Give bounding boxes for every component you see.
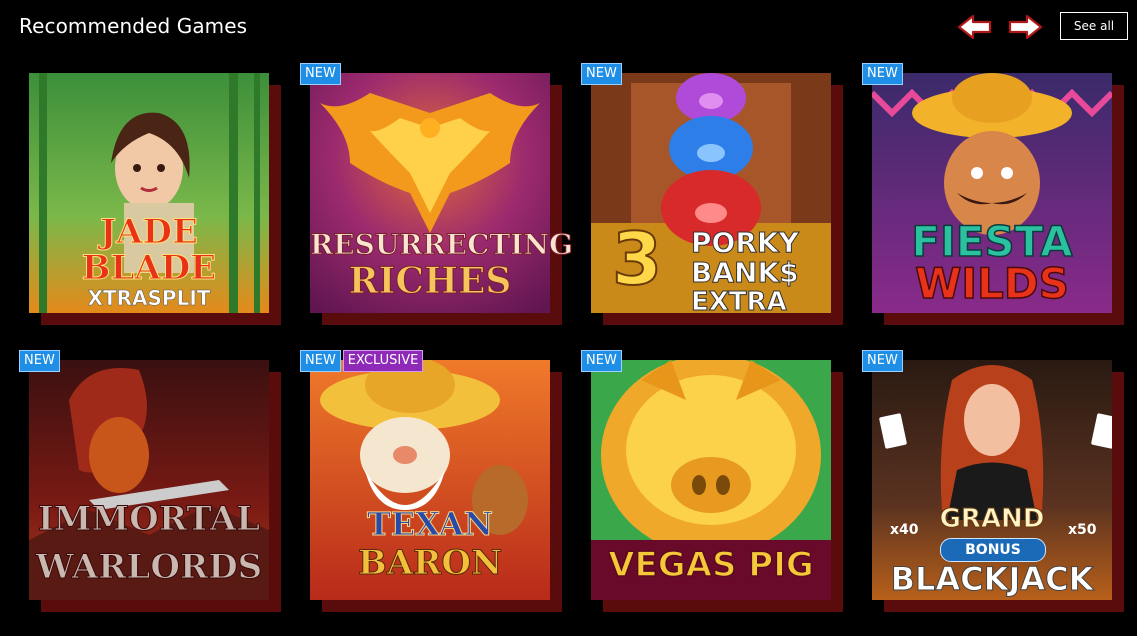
next-button[interactable]: [1006, 13, 1044, 41]
badge-group: NEW: [300, 63, 341, 85]
game-title: IMMORTAL: [37, 499, 261, 539]
game-tile-porky-banks[interactable]: NEW 3 PORKY BANK$ EXTRA: [581, 63, 843, 325]
game-title: RESURRECTING: [310, 228, 574, 261]
section-header: Recommended Games See all: [0, 0, 1137, 56]
prev-button[interactable]: [956, 13, 994, 41]
new-badge: NEW: [19, 350, 60, 372]
new-badge: NEW: [862, 350, 903, 372]
bonus-pill: BONUS: [940, 538, 1046, 562]
game-title: JADE: [100, 212, 199, 252]
new-badge: NEW: [300, 350, 341, 372]
badge-group: NEW EXCLUSIVE: [300, 350, 424, 372]
game-title: FIESTA: [911, 217, 1074, 266]
game-title: PORKY: [691, 226, 800, 259]
new-badge: NEW: [581, 350, 622, 372]
badge-group: NEW: [862, 63, 903, 85]
game-title: TEXAN: [367, 505, 494, 543]
badge-group: NEW: [862, 350, 903, 372]
game-tile-resurrecting-riches[interactable]: NEW RESURRECTING RICHES: [300, 63, 574, 325]
game-tile-texan-baron[interactable]: NEW EXCLUSIVE TEXAN BARON: [300, 350, 562, 612]
game-number: 3: [611, 217, 663, 301]
new-badge: NEW: [581, 63, 622, 85]
game-title-line-2: BARON: [357, 543, 503, 583]
game-title-line-2: WILDS: [914, 259, 1069, 308]
left-multiplier: x40: [890, 522, 919, 538]
game-title-line-3: EXTRA: [691, 287, 788, 317]
arrow-left-icon: [957, 14, 992, 40]
game-title: VEGAS PIG: [607, 545, 814, 585]
game-title-line-2: BANK$: [691, 256, 800, 289]
game-tile-grand-bonus-blackjack[interactable]: NEW GRAND BONUS BLACKJACK x40 x50: [862, 350, 1124, 612]
badge-group: NEW: [19, 350, 60, 372]
right-multiplier: x50: [1068, 522, 1097, 538]
arrow-right-icon: [1008, 14, 1043, 40]
game-title-line-3: BLACKJACK: [890, 560, 1094, 598]
badge-group: NEW: [581, 350, 622, 372]
see-all-button[interactable]: See all: [1060, 12, 1128, 40]
game-tile-fiesta-wilds[interactable]: NEW FIESTA WILDS: [862, 63, 1124, 325]
badge-group: NEW: [581, 63, 622, 85]
game-tile-jade-blade[interactable]: JADE BLADE XTRASPLIT: [19, 63, 281, 325]
game-subtitle: XTRASPLIT: [87, 286, 211, 310]
game-tile-immortal-warlords[interactable]: NEW IMMORTAL WARLORDS: [19, 350, 281, 612]
game-title-line-2: WARLORDS: [35, 547, 263, 587]
game-title-line-2: RICHES: [348, 260, 512, 302]
game-tile-vegas-pig[interactable]: NEW VEGAS PIG: [581, 350, 843, 612]
new-badge: NEW: [862, 63, 903, 85]
game-title-line-2: BLADE: [81, 248, 217, 288]
exclusive-badge: EXCLUSIVE: [342, 350, 424, 372]
new-badge: NEW: [300, 63, 341, 85]
section-title: Recommended Games: [19, 14, 248, 38]
